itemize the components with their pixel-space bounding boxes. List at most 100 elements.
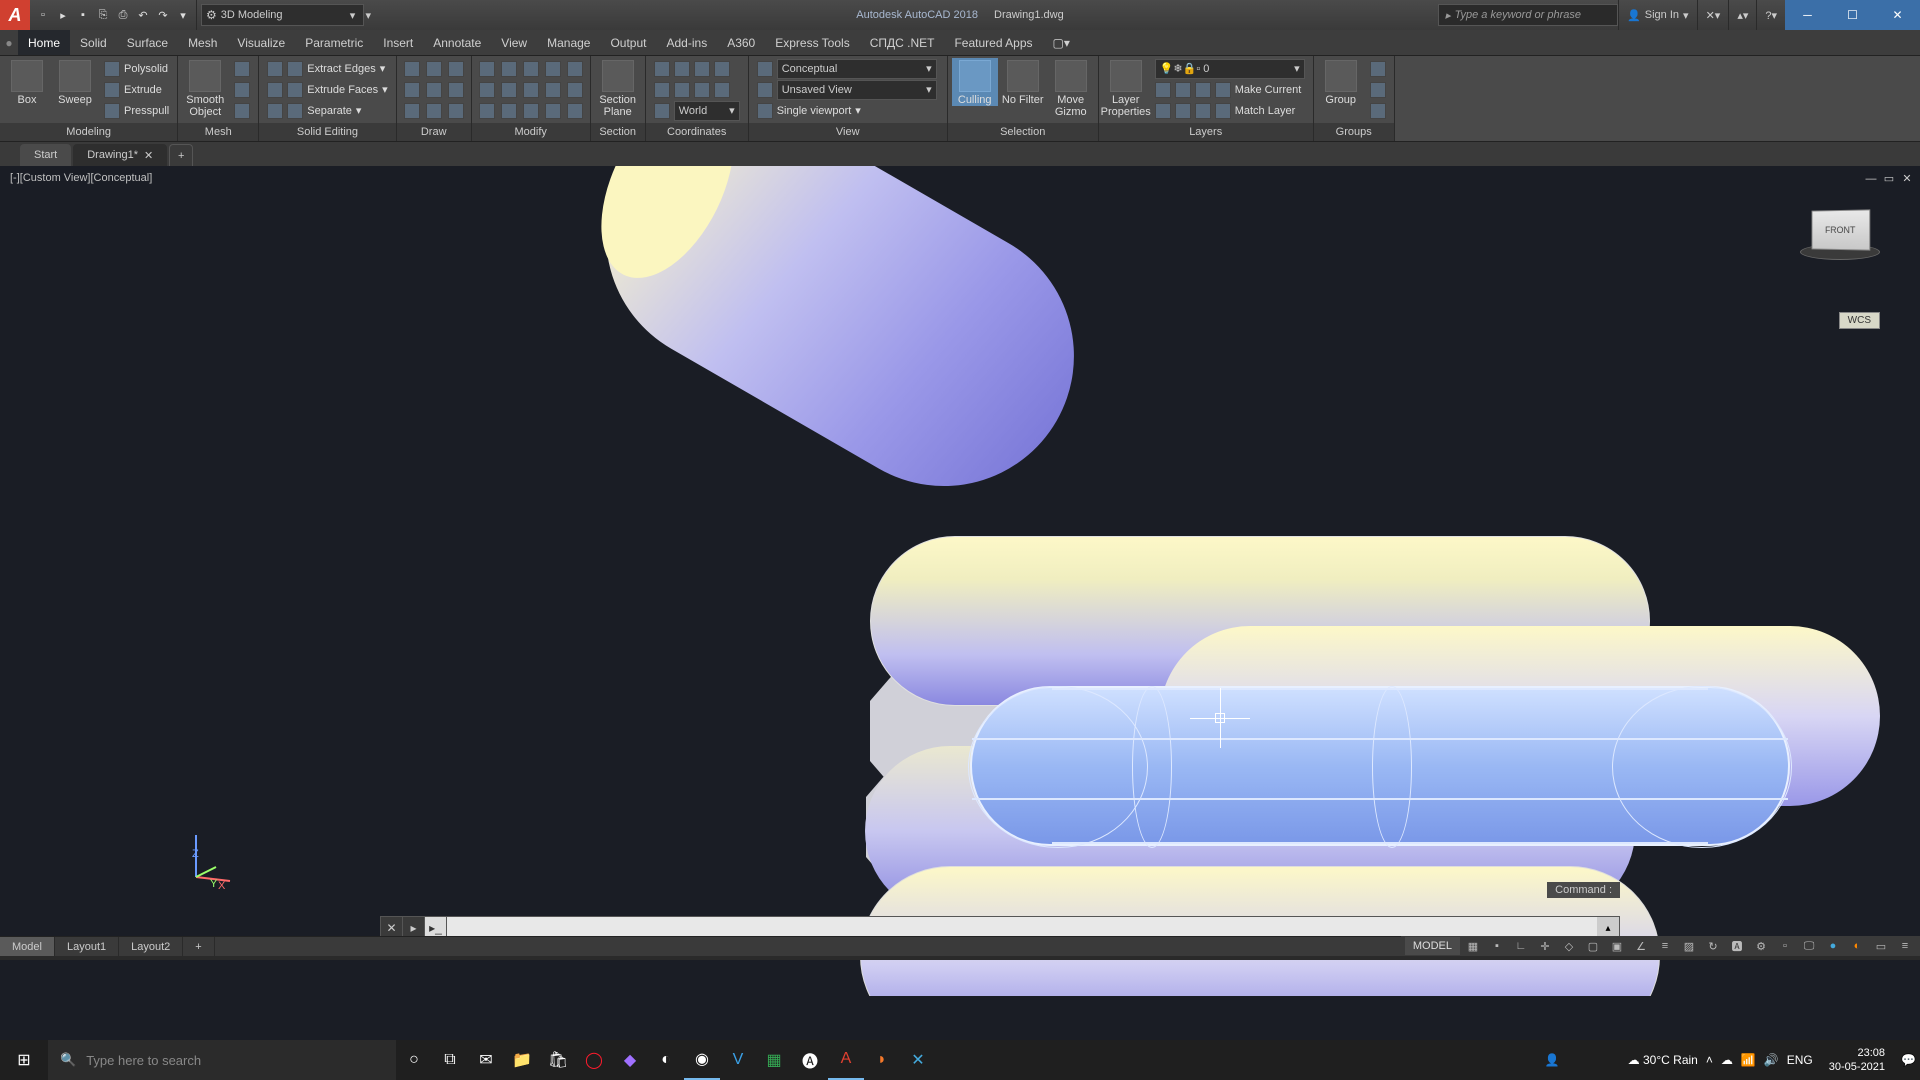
draw-btn-3[interactable]	[445, 58, 467, 79]
mod-btn-14[interactable]	[542, 100, 564, 121]
chrome-icon[interactable]: ◉	[684, 1040, 720, 1080]
status-osnap-icon[interactable]: ▢	[1582, 937, 1604, 955]
opera-icon[interactable]: ◯	[576, 1040, 612, 1080]
people-icon[interactable]: 👤	[1545, 1053, 1560, 1067]
qat-plot-icon[interactable]: ⎙	[114, 6, 132, 24]
tab-surface[interactable]: Surface	[117, 30, 178, 55]
status-model[interactable]: MODEL	[1405, 937, 1460, 955]
tab-home[interactable]: Home	[18, 30, 70, 55]
panel-section-label[interactable]: Section	[591, 123, 645, 141]
tab-solid[interactable]: Solid	[70, 30, 117, 55]
sheets-icon[interactable]: ▦	[756, 1040, 792, 1080]
tab-addins[interactable]: Add-ins	[657, 30, 718, 55]
culling-button[interactable]: Culling	[952, 58, 998, 106]
panel-modify-label[interactable]: Modify	[472, 123, 590, 141]
qat-more-icon[interactable]: ▾	[174, 6, 192, 24]
tab-output[interactable]: Output	[600, 30, 656, 55]
viewcube[interactable]: FRONT	[1800, 202, 1880, 262]
mod-btn-4[interactable]	[542, 58, 564, 79]
saved-view-select[interactable]: Unsaved View▾	[753, 79, 943, 100]
draw-btn-4[interactable]	[401, 79, 423, 100]
draw-btn-7[interactable]	[401, 100, 423, 121]
mod-btn-12[interactable]	[498, 100, 520, 121]
task-view-icon[interactable]: ⧉	[432, 1040, 468, 1080]
qat-dropdown-icon[interactable]: ▾	[366, 9, 372, 22]
tab-mesh[interactable]: Mesh	[178, 30, 227, 55]
mod-btn-2[interactable]	[498, 58, 520, 79]
close-icon[interactable]: ✕	[144, 149, 153, 162]
blender-icon[interactable]: ◗	[864, 1040, 900, 1080]
status-isolate-icon[interactable]: ◐	[1846, 937, 1868, 955]
status-iso-icon[interactable]: ◇	[1558, 937, 1580, 955]
mod-btn-1[interactable]	[476, 58, 498, 79]
tray-wifi-icon[interactable]: 📶	[1741, 1053, 1756, 1067]
tab-view[interactable]: View	[491, 30, 537, 55]
exchange-button[interactable]: ✕▾	[1697, 0, 1729, 30]
viewport-label[interactable]: [-][Custom View][Conceptual]	[10, 172, 152, 184]
tab-manage[interactable]: Manage	[537, 30, 600, 55]
status-monitor-icon[interactable]: 🖵	[1798, 937, 1820, 955]
mail-icon[interactable]: ✉	[468, 1040, 504, 1080]
tab-visualize[interactable]: Visualize	[227, 30, 295, 55]
draw-btn-1[interactable]	[401, 58, 423, 79]
mod-btn-15[interactable]	[564, 100, 586, 121]
box-button[interactable]: Box	[4, 58, 50, 106]
qat-saveas-icon[interactable]: ⎘	[94, 6, 112, 24]
autocad-icon[interactable]: A	[828, 1040, 864, 1080]
world-select[interactable]: World▾	[650, 100, 744, 121]
tray-cloud-icon[interactable]: ☁	[1721, 1053, 1733, 1067]
mod-btn-5[interactable]	[564, 58, 586, 79]
vp-max-icon[interactable]: ▭	[1882, 172, 1896, 186]
tab-insert[interactable]: Insert	[373, 30, 423, 55]
draw-btn-8[interactable]	[423, 100, 445, 121]
mod-btn-7[interactable]	[498, 79, 520, 100]
obs-icon[interactable]: ◐	[648, 1040, 684, 1080]
status-grid-icon[interactable]: ▦	[1462, 937, 1484, 955]
window-maximize-button[interactable]: ☐	[1830, 0, 1875, 30]
mod-btn-8[interactable]	[520, 79, 542, 100]
draw-btn-5[interactable]	[423, 79, 445, 100]
qat-open-icon[interactable]: ▸	[54, 6, 72, 24]
panel-layers-label[interactable]: Layers	[1099, 123, 1313, 141]
presspull-button[interactable]: Presspull	[100, 100, 173, 121]
status-gear-icon[interactable]: ⚙	[1750, 937, 1772, 955]
status-lweight-icon[interactable]: ≡	[1654, 937, 1676, 955]
grp-btn-3[interactable]	[1366, 100, 1390, 121]
viewcube-face[interactable]: FRONT	[1812, 209, 1871, 250]
help-button[interactable]: ?▾	[1756, 0, 1785, 30]
help-search-input[interactable]: ▸ Type a keyword or phrase	[1438, 4, 1618, 26]
tab-new-button[interactable]: +	[169, 144, 193, 166]
model-capsule-selected[interactable]	[970, 686, 1790, 846]
status-transp-icon[interactable]: ▨	[1678, 937, 1700, 955]
panel-coordinates-label[interactable]: Coordinates	[646, 123, 748, 141]
mod-btn-11[interactable]	[476, 100, 498, 121]
mesh-btn-2[interactable]	[230, 79, 254, 100]
draw-btn-9[interactable]	[445, 100, 467, 121]
panel-mesh-label[interactable]: Mesh	[178, 123, 258, 141]
status-ortho-icon[interactable]: ∟	[1510, 937, 1532, 955]
status-hw-icon[interactable]: ●	[1822, 937, 1844, 955]
qat-save-icon[interactable]: ▪	[74, 6, 92, 24]
tray-notifications-icon[interactable]: 💬	[1901, 1053, 1916, 1067]
section-plane-button[interactable]: Section Plane	[595, 58, 641, 118]
tab-layout2[interactable]: Layout2	[119, 937, 183, 956]
store-icon[interactable]: 🛍	[540, 1040, 576, 1080]
mod-btn-10[interactable]	[564, 79, 586, 100]
extrude-faces-button[interactable]: Extrude Faces▾	[263, 79, 391, 100]
layer-select[interactable]: 💡❄🔒▫ 0▾	[1151, 58, 1309, 79]
anaconda-icon[interactable]: 🅐	[792, 1040, 828, 1080]
clipchamp-icon[interactable]: ◆	[612, 1040, 648, 1080]
start-button[interactable]: ⊞	[0, 1040, 48, 1080]
mesh-btn-1[interactable]	[230, 58, 254, 79]
viewport-select[interactable]: Single viewport▾	[753, 100, 943, 121]
appmenu-icon[interactable]: ●	[0, 30, 18, 55]
resize-bar[interactable]	[0, 956, 1920, 960]
workspace-selector[interactable]: ⚙ 3D Modeling ▾	[201, 4, 364, 26]
panel-selection-label[interactable]: Selection	[948, 123, 1098, 141]
draw-btn-2[interactable]	[423, 58, 445, 79]
status-custom-icon[interactable]: ≡	[1894, 937, 1916, 955]
polysolid-button[interactable]: Polysolid	[100, 58, 173, 79]
tab-annotate[interactable]: Annotate	[423, 30, 491, 55]
sweep-button[interactable]: Sweep	[52, 58, 98, 106]
tab-add-layout[interactable]: +	[183, 937, 214, 956]
